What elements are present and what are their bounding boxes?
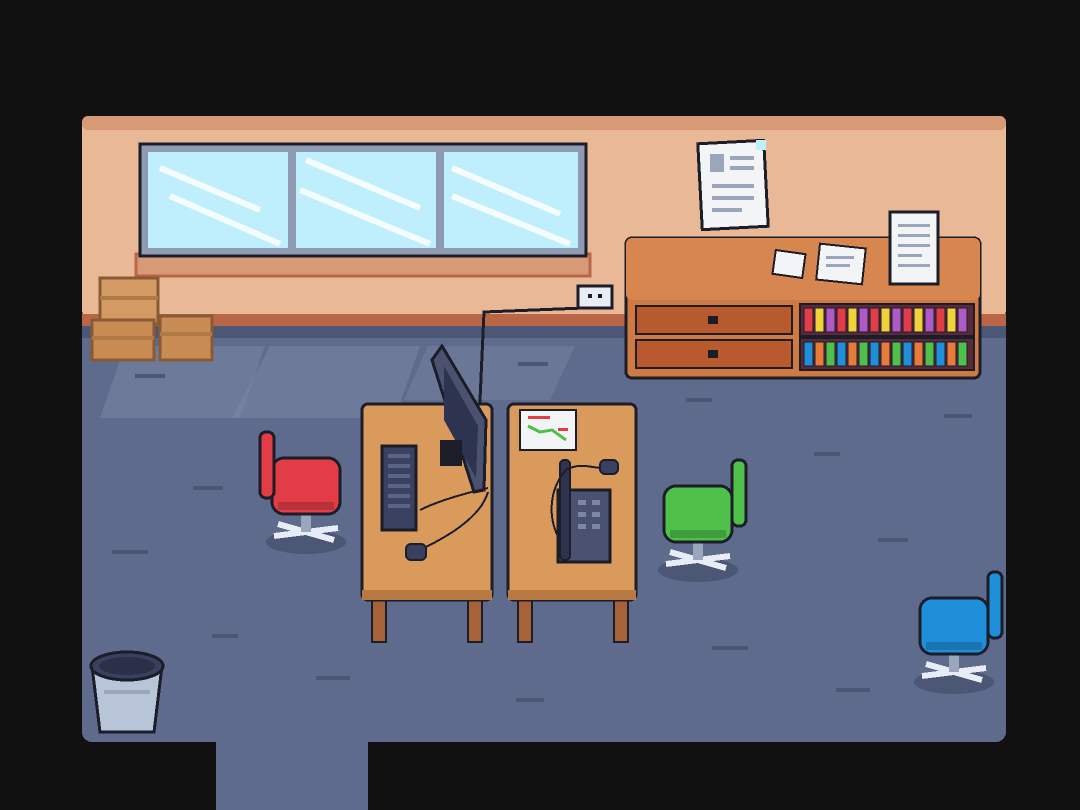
book[interactable] [891, 307, 902, 333]
desk-edge [362, 590, 492, 600]
book[interactable] [858, 307, 869, 333]
chart-paper-icon[interactable] [519, 409, 577, 451]
book[interactable] [957, 307, 968, 333]
book[interactable] [880, 307, 891, 333]
book[interactable] [924, 307, 935, 333]
book[interactable] [902, 341, 913, 367]
wall-top-trim [82, 116, 1006, 130]
book[interactable] [825, 307, 836, 333]
drawer-handle [708, 350, 718, 358]
document-stack-icon[interactable] [888, 210, 940, 286]
sunlight-patch [404, 346, 575, 400]
book[interactable] [803, 341, 814, 367]
book[interactable] [913, 307, 924, 333]
window[interactable] [134, 142, 592, 278]
book[interactable] [935, 341, 946, 367]
power-outlet-icon[interactable] [576, 284, 614, 310]
book[interactable] [814, 307, 825, 333]
notice-paper-icon[interactable] [696, 138, 770, 232]
book[interactable] [946, 341, 957, 367]
desk-leg [517, 595, 533, 643]
book[interactable] [803, 307, 814, 333]
paper-stack-icon[interactable] [771, 248, 807, 280]
window-pane-left [148, 152, 288, 248]
book[interactable] [902, 307, 913, 333]
desk-leg [613, 595, 629, 643]
cardboard-box-icon [158, 314, 214, 362]
book[interactable] [946, 307, 957, 333]
desk-edge [508, 590, 636, 600]
book[interactable] [924, 341, 935, 367]
book[interactable] [847, 341, 858, 367]
cardboard-box-icon [98, 276, 160, 326]
book[interactable] [869, 307, 880, 333]
book[interactable] [858, 341, 869, 367]
book[interactable] [847, 307, 858, 333]
monitor-stand [440, 440, 462, 466]
cabinet-icon[interactable] [624, 210, 982, 380]
book[interactable] [891, 341, 902, 367]
book[interactable] [957, 341, 968, 367]
mouse-icon[interactable] [405, 543, 427, 561]
book[interactable] [869, 341, 880, 367]
trash-bin-icon[interactable] [89, 650, 165, 734]
book[interactable] [814, 341, 825, 367]
book[interactable] [880, 341, 891, 367]
book[interactable] [913, 341, 924, 367]
office-scene [0, 0, 1080, 810]
book[interactable] [836, 307, 847, 333]
doorway[interactable] [216, 742, 368, 810]
book[interactable] [836, 341, 847, 367]
book[interactable] [935, 307, 946, 333]
book[interactable] [825, 341, 836, 367]
drawer-handle [708, 316, 718, 324]
desk-leg [371, 595, 387, 643]
desk-leg [467, 595, 483, 643]
